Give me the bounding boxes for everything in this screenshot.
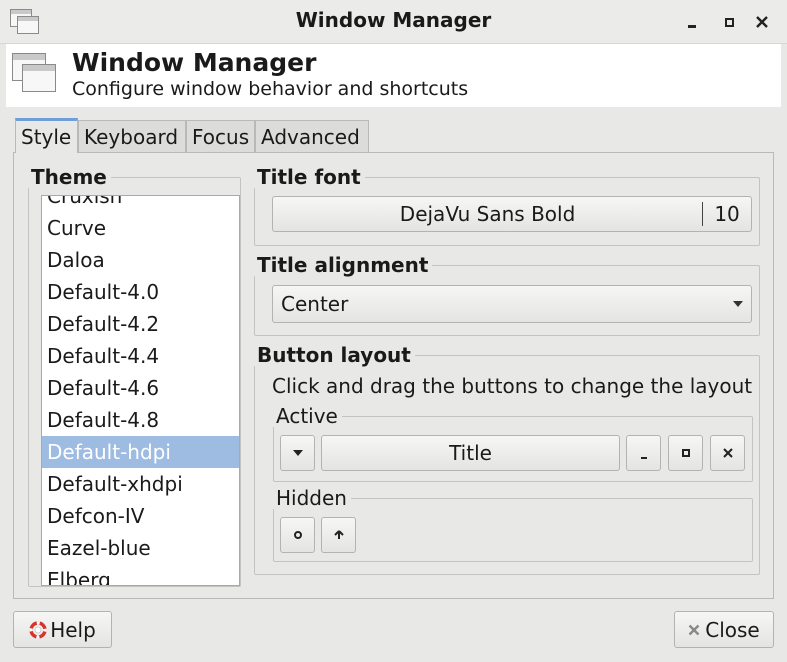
list-item[interactable]: Daloa <box>42 244 239 276</box>
header-subtitle: Configure window behavior and shortcuts <box>72 78 469 100</box>
minimize-icon <box>688 24 696 28</box>
window-title: Window Manager <box>295 8 492 32</box>
close-icon <box>722 448 733 458</box>
close-icon <box>688 624 700 635</box>
title-placeholder-button[interactable]: Title <box>321 435 620 471</box>
title-alignment-dropdown[interactable]: Center <box>272 285 752 323</box>
hidden-label: Hidden <box>272 487 351 509</box>
close-button[interactable]: Close <box>674 611 774 648</box>
theme-list[interactable]: Cruxish Curve Daloa Default-4.0 Default-… <box>41 195 240 586</box>
shade-layout-button[interactable] <box>321 517 356 553</box>
maximize-layout-button[interactable] <box>668 435 703 471</box>
list-item-selected[interactable]: Default-hdpi <box>42 436 239 468</box>
stick-layout-button[interactable] <box>280 517 315 553</box>
button-layout-hint: Click and drag the buttons to change the… <box>272 374 753 398</box>
tab-label: Advanced <box>261 125 360 149</box>
tab-label: Focus <box>192 125 250 149</box>
title-placeholder-label: Title <box>449 441 492 465</box>
list-item[interactable]: Defcon-IV <box>42 500 239 532</box>
menu-arrow-icon <box>292 450 303 456</box>
stick-icon <box>293 531 302 539</box>
close-layout-button[interactable] <box>710 435 745 471</box>
help-lifebuoy-icon <box>29 620 47 639</box>
dropdown-arrow-icon <box>733 301 743 307</box>
tab-style[interactable]: Style <box>15 118 78 153</box>
active-label: Active <box>272 405 342 427</box>
font-name: DejaVu Sans Bold <box>399 202 576 226</box>
button-layout-label: Button layout <box>253 344 415 366</box>
tab-label: Keyboard <box>84 125 179 149</box>
font-size: 10 <box>714 202 740 226</box>
close-label: Close <box>705 617 760 642</box>
list-item[interactable]: Elberg <box>42 564 239 585</box>
title-alignment-value: Center <box>281 292 349 316</box>
maximize-button[interactable] <box>719 12 739 32</box>
tab-focus[interactable]: Focus <box>186 120 255 153</box>
list-item[interactable]: Default-4.6 <box>42 372 239 404</box>
list-item[interactable]: Curve <box>42 212 239 244</box>
shade-arrow-up-icon <box>333 530 344 539</box>
tab-keyboard[interactable]: Keyboard <box>78 120 186 153</box>
maximize-icon <box>681 449 690 457</box>
list-item[interactable]: Eazel-blue <box>42 532 239 564</box>
close-window-button[interactable] <box>752 12 772 32</box>
header-title: Window Manager <box>72 48 317 77</box>
title-alignment-label: Title alignment <box>253 254 433 276</box>
list-item[interactable]: Default-xhdpi <box>42 468 239 500</box>
list-item[interactable]: Cruxish <box>42 196 239 212</box>
help-label: Help <box>50 617 96 642</box>
menu-button[interactable] <box>280 435 315 471</box>
help-button[interactable]: Help <box>13 611 112 648</box>
minimize-layout-button[interactable] <box>626 435 661 471</box>
dialog-header: Window Manager Configure window behavior… <box>6 44 781 107</box>
title-bar[interactable]: Window Manager <box>0 0 787 44</box>
minimize-button[interactable] <box>682 12 702 32</box>
theme-label: Theme <box>27 166 111 188</box>
list-item[interactable]: Default-4.0 <box>42 276 239 308</box>
list-item[interactable]: Default-4.8 <box>42 404 239 436</box>
minimize-icon <box>640 457 647 459</box>
title-font-label: Title font <box>253 166 365 188</box>
list-item[interactable]: Default-4.2 <box>42 308 239 340</box>
close-icon <box>756 16 768 28</box>
window-manager-icon <box>12 53 60 95</box>
title-font-button[interactable]: DejaVu Sans Bold 10 <box>272 196 752 232</box>
tab-advanced[interactable]: Advanced <box>255 120 369 153</box>
maximize-icon <box>724 17 734 27</box>
tab-label: Style <box>21 125 72 149</box>
list-item[interactable]: Default-4.4 <box>42 340 239 372</box>
